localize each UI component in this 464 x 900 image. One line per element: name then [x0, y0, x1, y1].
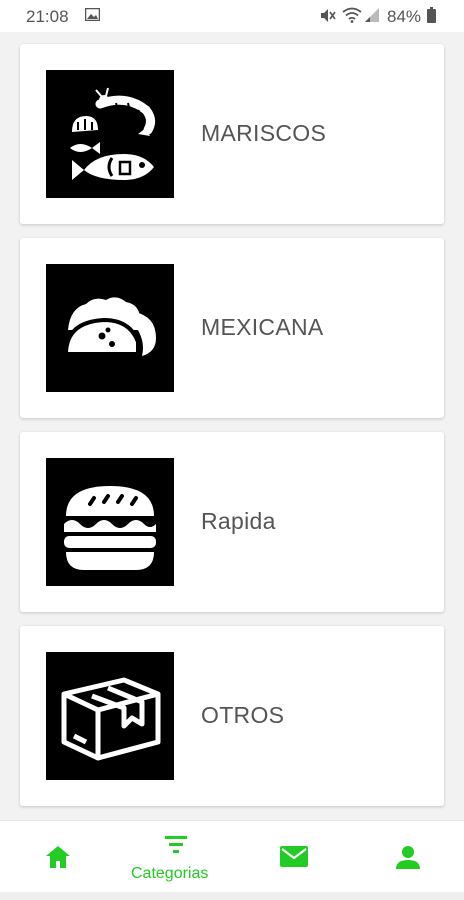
category-label: MEXICANA: [201, 314, 324, 340]
filter-icon: [165, 836, 187, 853]
nav-profile[interactable]: [378, 821, 438, 893]
battery-percent: 84%: [387, 7, 422, 26]
category-card-rapida[interactable]: Rapida: [20, 432, 444, 612]
status-time: 21:08: [26, 7, 69, 26]
category-thumbnail: [46, 652, 174, 780]
bottom-navigation: Categorias: [0, 820, 464, 893]
signal-icon: [365, 8, 379, 22]
nav-categorias[interactable]: Categorias: [120, 821, 230, 893]
taco-icon: [63, 297, 156, 356]
category-label: OTROS: [201, 702, 285, 728]
category-label: Rapida: [201, 508, 276, 534]
category-list: MARISCOS MEXICANA Rapida OTROS: [0, 32, 464, 820]
nav-categorias-label: Categorias: [131, 865, 209, 882]
nav-messages[interactable]: [266, 821, 326, 893]
category-thumbnail: [46, 458, 174, 586]
person-icon: [396, 846, 420, 869]
gallery-icon: [85, 8, 100, 21]
system-nav-strip: [0, 892, 464, 900]
category-card-otros[interactable]: OTROS: [20, 626, 444, 806]
nav-home[interactable]: [30, 821, 90, 893]
battery-icon: [427, 7, 436, 23]
mute-icon: [321, 9, 336, 22]
box-icon: [61, 677, 161, 761]
category-card-mariscos[interactable]: MARISCOS: [20, 44, 444, 224]
category-card-mexicana[interactable]: MEXICANA: [20, 238, 444, 418]
status-bar: 21:08 84%: [0, 0, 464, 32]
mail-icon: [280, 846, 308, 867]
category-label: MARISCOS: [201, 120, 327, 146]
category-thumbnail: [46, 264, 174, 392]
burger-icon: [64, 486, 156, 570]
wifi-icon: [342, 7, 362, 23]
seafood-icon: [70, 87, 156, 180]
home-icon: [46, 846, 70, 868]
category-thumbnail: [46, 70, 174, 198]
